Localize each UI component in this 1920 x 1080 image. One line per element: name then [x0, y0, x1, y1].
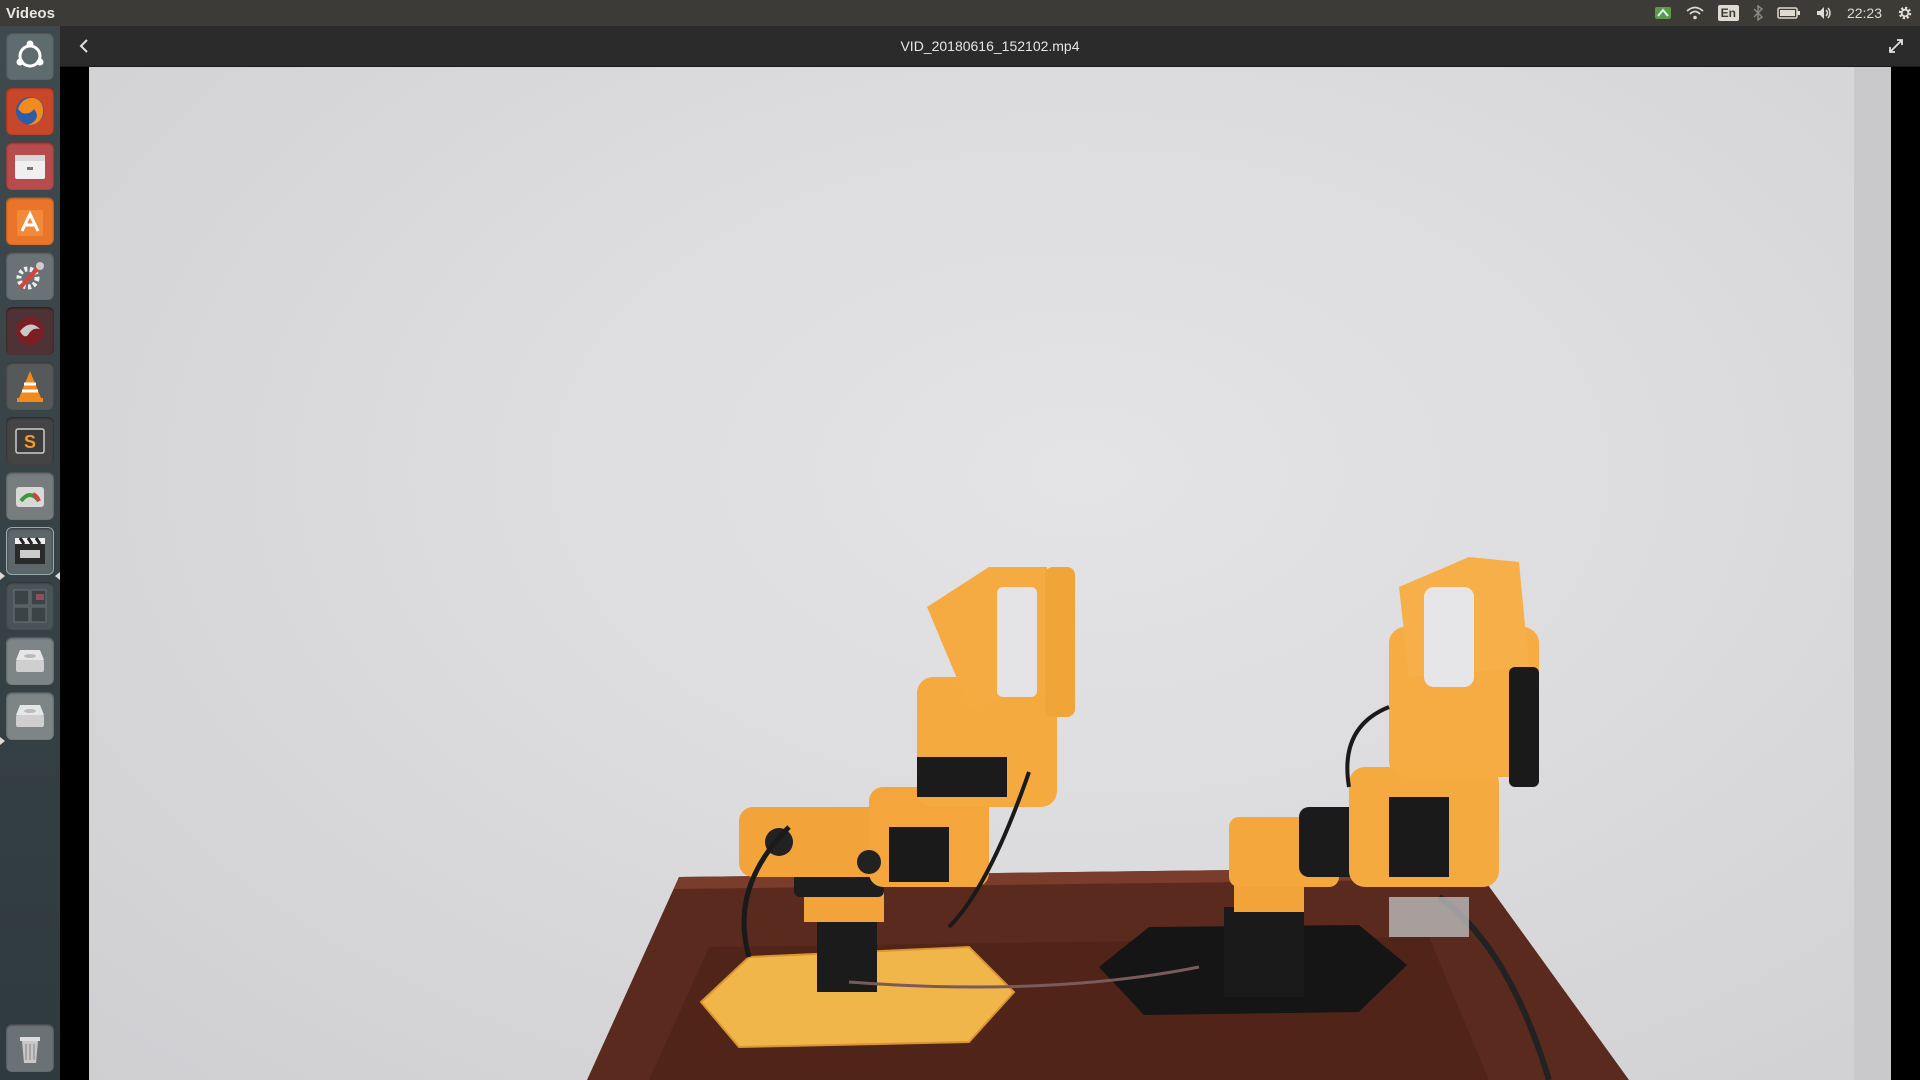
video-area[interactable] [60, 67, 1920, 1080]
wall-edge [1854, 67, 1891, 1080]
monitor-app-icon[interactable] [6, 307, 54, 355]
drive-icon[interactable] [6, 637, 54, 685]
fullscreen-button[interactable] [1884, 34, 1908, 58]
indicator-area: En 22:23 [1654, 0, 1914, 26]
drive-icon-2[interactable] [6, 692, 54, 740]
active-app-indicator [0, 572, 5, 580]
launcher: S [0, 26, 61, 1080]
video-content [587, 67, 1891, 1080]
workspace-switcher-icon[interactable] [6, 582, 54, 630]
fullscreen-icon [1889, 39, 1903, 53]
system-settings-icon[interactable] [6, 252, 54, 300]
header-bar: VID_20180616_152102.mp4 [60, 26, 1920, 67]
disk-usage-icon[interactable] [6, 472, 54, 520]
dash-home-icon[interactable] [6, 32, 54, 80]
keyboard-layout-icon[interactable]: En [1717, 0, 1739, 26]
video-frame[interactable] [89, 67, 1891, 1080]
software-center-icon[interactable] [6, 197, 54, 245]
app-name: Videos [6, 4, 55, 22]
battery-icon[interactable] [1777, 0, 1801, 26]
files-icon[interactable] [6, 142, 54, 190]
video-title: VID_20180616_152102.mp4 [900, 38, 1080, 54]
videos-icon[interactable] [6, 527, 54, 575]
network-tray-icon[interactable] [1654, 0, 1672, 26]
keyboard-layout-label: En [1717, 5, 1739, 21]
clock[interactable]: 22:23 [1847, 0, 1882, 26]
sublime-text-icon[interactable]: S [6, 417, 54, 465]
top-panel: Videos En 22:23 [0, 0, 1920, 26]
drive-open-indicator [0, 737, 5, 745]
wifi-icon[interactable] [1686, 0, 1704, 26]
settings-gear-icon[interactable] [1896, 0, 1914, 26]
svg-text:S: S [24, 432, 36, 452]
volume-icon[interactable] [1815, 0, 1833, 26]
bluetooth-icon[interactable] [1753, 0, 1763, 26]
firefox-icon[interactable] [6, 87, 54, 135]
trash-icon[interactable] [6, 1024, 54, 1072]
vlc-icon[interactable] [6, 362, 54, 410]
